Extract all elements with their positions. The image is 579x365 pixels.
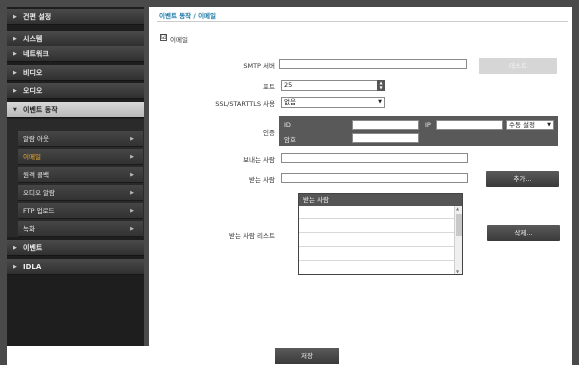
submenu-item-alarm-out[interactable]: 알람 아웃 ▶ [18, 131, 143, 147]
email-checkbox-label: 이메일 [170, 36, 188, 44]
chevron-right-icon: ▶ [13, 50, 17, 57]
sidebar-item-device-settings[interactable]: ▶ 건편 설정 [7, 9, 144, 25]
save-button[interactable]: 저장 [275, 348, 339, 364]
submenu-panel: 알람 아웃 ▶ 이메일 ▶ 원격 콜백 ▶ 오디오 알람 ▶ FTP 업로드 ▶… [7, 119, 144, 237]
list-row-divider [299, 232, 454, 233]
sidebar-item-event[interactable]: ▶ 이벤트 [7, 240, 144, 256]
sidebar-item-label: 네트워크 [23, 49, 49, 58]
sidebar-item-audio[interactable]: ▶ 오디오 [7, 83, 144, 99]
chevron-right-icon: ▶ [13, 244, 17, 251]
chevron-right-icon: ▶ [13, 69, 17, 76]
auth-id-label: ID [284, 121, 291, 129]
auth-password-input[interactable] [352, 133, 419, 143]
recipient-list-header: 받는 사람 [299, 194, 462, 206]
ssl-starttls-label: SSL/STARTTLS 사용 [215, 100, 275, 108]
chevron-right-icon: ▶ [13, 13, 17, 20]
list-row-divider [299, 218, 454, 219]
chevron-right-icon: ▶ [130, 136, 134, 142]
port-stepper[interactable]: ▲ ▼ [377, 80, 385, 91]
submenu-item-label: 오디오 알람 [23, 189, 55, 197]
auth-label: 인증 [263, 129, 275, 137]
sender-input[interactable] [281, 153, 468, 163]
chevron-down-icon: ▼ [378, 99, 382, 105]
sender-label: 보내는 사람 [243, 156, 275, 164]
auth-ip-input[interactable] [436, 120, 503, 130]
chevron-right-icon: ▶ [130, 226, 134, 232]
footer: 저장 [7, 346, 572, 365]
auth-mode-value: 수동 설정 [509, 121, 535, 129]
sidebar-item-label: 이벤트 [23, 243, 43, 252]
port-label: 포트 [263, 83, 275, 91]
chevron-right-icon: ▶ [130, 208, 134, 214]
scroll-down-icon[interactable]: ▼ [456, 269, 459, 274]
chevron-right-icon: ▶ [13, 263, 17, 270]
sidebar-item-label: 오디오 [23, 86, 43, 95]
main-panel: 이벤트 동작 / 이메일 ☑ 이메일 SMTP 서버 테스트 포트 25 ▲ ▼ … [149, 7, 572, 346]
chevron-right-icon: ▶ [13, 87, 17, 94]
submenu-item-label: 원격 콜백 [23, 171, 49, 179]
sidebar-item-label: 건편 설정 [23, 12, 52, 21]
submenu-item-label: 이메일 [23, 153, 41, 161]
add-recipient-button[interactable]: 추가... [486, 171, 559, 187]
delete-recipient-button[interactable]: 삭제... [487, 225, 560, 241]
sidebar-item-label: 비디오 [23, 68, 43, 77]
recipient-list-label: 받는 사람 리스트 [229, 232, 275, 240]
chevron-down-icon: ▼ [13, 106, 17, 113]
submenu-item-remote-callback[interactable]: 원격 콜백 ▶ [18, 167, 143, 183]
auth-id-input[interactable] [352, 120, 419, 130]
port-input[interactable]: 25 [281, 80, 385, 91]
test-button[interactable]: 테스트 [479, 58, 557, 74]
submenu-item-audio-alarm[interactable]: 오디오 알람 ▶ [18, 185, 143, 201]
scroll-up-icon[interactable]: ▲ [456, 206, 459, 211]
list-row-divider [299, 260, 454, 261]
recipient-list[interactable]: 받는 사람 ▲ ▼ [298, 193, 463, 275]
recipient-input[interactable] [281, 173, 468, 183]
chevron-right-icon: ▶ [130, 190, 134, 196]
smtp-server-input[interactable] [279, 59, 467, 69]
sidebar-item-label: 이벤트 동작 [23, 105, 58, 114]
chevron-right-icon: ▶ [13, 35, 17, 42]
submenu-item-label: 알람 아웃 [23, 135, 49, 143]
sidebar-item-label: 시스템 [23, 34, 43, 43]
chevron-right-icon: ▶ [130, 154, 134, 160]
submenu-item-record[interactable]: 녹화 ▶ [18, 221, 143, 237]
auth-mode-select[interactable]: 수동 설정 ▼ [506, 120, 554, 130]
sidebar-item-event-action[interactable]: ▼ 이벤트 동작 [7, 102, 144, 118]
sidebar: ▶ 건편 설정 ▶ 시스템 ▶ 네트워크 ▶ 비디오 ▶ 오디오 ▼ 이벤트 동… [7, 7, 144, 346]
divider [157, 21, 568, 22]
sidebar-item-video[interactable]: ▶ 비디오 [7, 65, 144, 81]
chevron-down-icon: ▼ [547, 122, 551, 128]
submenu-item-ftp-upload[interactable]: FTP 업로드 ▶ [18, 203, 143, 219]
sidebar-item-idla[interactable]: ▶ IDLA [7, 259, 144, 275]
submenu-item-email[interactable]: 이메일 ▶ [18, 149, 143, 165]
list-row-divider [299, 246, 454, 247]
chevron-right-icon: ▶ [130, 172, 134, 178]
submenu-item-label: FTP 업로드 [23, 207, 55, 215]
ssl-starttls-value: 없음 [284, 98, 296, 106]
scrollbar[interactable]: ▲ ▼ [454, 206, 462, 274]
submenu-item-label: 녹화 [23, 225, 35, 233]
ssl-starttls-select[interactable]: 없음 ▼ [281, 97, 385, 108]
auth-ip-label: IP [425, 121, 431, 129]
email-checkbox[interactable]: ☑ [160, 34, 167, 41]
sidebar-item-label: IDLA [23, 262, 42, 271]
auth-password-label: 암호 [284, 136, 296, 144]
scrollbar-thumb[interactable] [456, 214, 462, 236]
sidebar-item-network[interactable]: ▶ 네트워크 [7, 46, 144, 62]
breadcrumb: 이벤트 동작 / 이메일 [159, 12, 217, 20]
smtp-server-label: SMTP 서버 [243, 62, 275, 70]
auth-box: ID IP 수동 설정 ▼ 암호 [279, 116, 558, 146]
recipient-label: 받는 사람 [249, 176, 275, 184]
